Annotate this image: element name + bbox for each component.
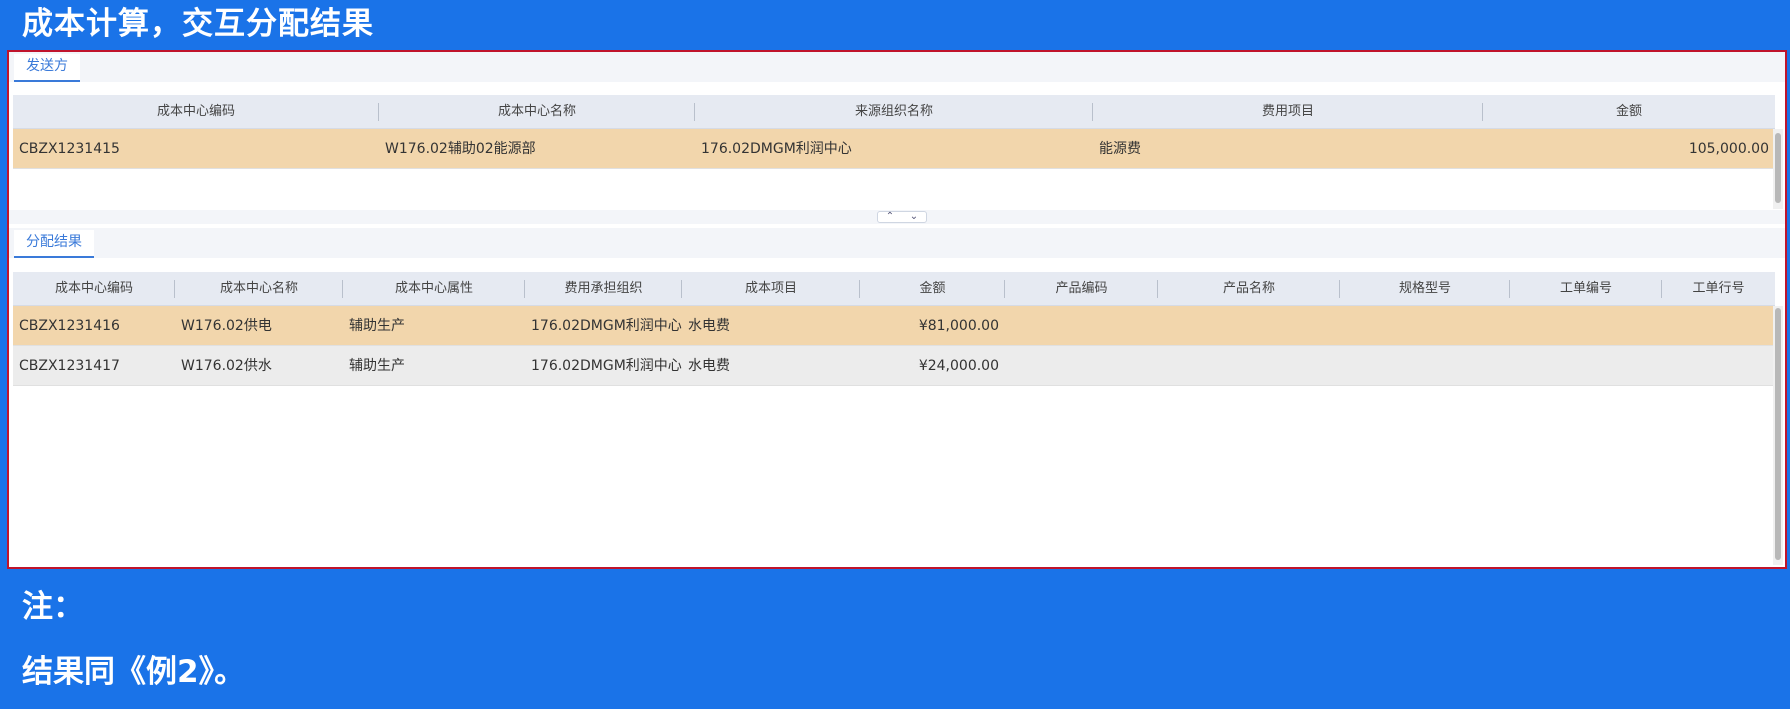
sender-col-cost-center-code[interactable]: 成本中心编码 (13, 95, 379, 128)
cell-expense-item: 能源费 (1099, 141, 1141, 157)
sender-grid: 成本中心编码 成本中心名称 来源组织名称 费用项目 金额 CBZX1231415… (13, 95, 1775, 169)
cell-work-order-no (1510, 306, 1662, 345)
result-col-amount[interactable]: 金额 (860, 272, 1005, 305)
sender-scrollbar-thumb[interactable] (1775, 133, 1781, 203)
sender-tabstrip: 发送方 (9, 52, 1785, 82)
result-tabstrip: 分配结果 (9, 228, 1785, 258)
cell-product-code (1005, 346, 1158, 385)
splitter-handle[interactable]: ⌃ ⌄ (877, 211, 927, 223)
note-label: 注： (22, 589, 84, 625)
cell-product-name (1158, 346, 1340, 385)
sender-col-cost-center-name[interactable]: 成本中心名称 (379, 95, 695, 128)
sender-grid-header: 成本中心编码 成本中心名称 来源组织名称 费用项目 金额 (13, 95, 1775, 129)
result-col-spec-model[interactable]: 规格型号 (1340, 272, 1510, 305)
chevron-up-icon[interactable]: ⌃ (886, 212, 894, 222)
allocation-panel: 发送方 成本中心编码 成本中心名称 来源组织名称 费用项目 金额 CBZX123… (7, 50, 1787, 569)
sender-col-amount[interactable]: 金额 (1483, 95, 1775, 128)
cell-cost-center-code: CBZX1231416 (19, 318, 120, 334)
cell-cost-center-name: W176.02供电 (181, 318, 272, 334)
cell-work-order-no (1510, 346, 1662, 385)
cell-cost-center-name: W176.02供水 (181, 358, 272, 374)
sender-col-expense-item[interactable]: 费用项目 (1093, 95, 1483, 128)
section-splitter[interactable]: ⌃ ⌄ (9, 210, 1785, 224)
chevron-down-icon[interactable]: ⌄ (910, 212, 918, 222)
cell-cost-item: 水电费 (688, 358, 730, 374)
sender-col-source-org[interactable]: 来源组织名称 (695, 95, 1093, 128)
cell-source-org: 176.02DMGM利润中心 (701, 141, 852, 157)
cell-amount: ¥81,000.00 (918, 318, 999, 334)
table-row[interactable]: CBZX1231416 W176.02供电 辅助生产 176.02DMGM利润中… (13, 306, 1775, 346)
result-grid: 成本中心编码 成本中心名称 成本中心属性 费用承担组织 成本项目 金额 产品编码… (13, 272, 1775, 386)
cell-cost-item: 水电费 (688, 318, 730, 334)
cell-spec-model (1340, 306, 1510, 345)
cell-amount: ¥24,000.00 (918, 358, 999, 374)
result-col-work-order-no[interactable]: 工单编号 (1510, 272, 1662, 305)
sender-scrollbar[interactable] (1773, 129, 1783, 209)
result-col-product-code[interactable]: 产品编码 (1005, 272, 1158, 305)
table-row[interactable]: CBZX1231415 W176.02辅助02能源部 176.02DMGM利润中… (13, 129, 1775, 169)
cell-bearing-org: 176.02DMGM利润中心 (531, 318, 682, 334)
slide-title: 成本计算，交互分配结果 (22, 6, 374, 42)
result-col-work-order-line[interactable]: 工单行号 (1662, 272, 1775, 305)
cell-work-order-line (1662, 346, 1775, 385)
result-col-bearing-org[interactable]: 费用承担组织 (525, 272, 682, 305)
cell-cost-center-code: CBZX1231415 (19, 141, 120, 157)
result-col-cost-center-name[interactable]: 成本中心名称 (175, 272, 343, 305)
cell-spec-model (1340, 346, 1510, 385)
tab-allocation-result[interactable]: 分配结果 (14, 230, 94, 258)
cell-product-name (1158, 306, 1340, 345)
result-scrollbar-thumb[interactable] (1775, 308, 1781, 560)
result-col-product-name[interactable]: 产品名称 (1158, 272, 1340, 305)
result-scrollbar[interactable] (1773, 306, 1783, 565)
cell-cost-center-code: CBZX1231417 (19, 358, 120, 374)
cell-bearing-org: 176.02DMGM利润中心 (531, 358, 682, 374)
result-col-cost-center-code[interactable]: 成本中心编码 (13, 272, 175, 305)
result-grid-header: 成本中心编码 成本中心名称 成本中心属性 费用承担组织 成本项目 金额 产品编码… (13, 272, 1775, 306)
cell-amount: 105,000.00 (1688, 141, 1769, 157)
cell-product-code (1005, 306, 1158, 345)
result-col-cost-item[interactable]: 成本项目 (682, 272, 860, 305)
cell-cost-center-attr: 辅助生产 (349, 318, 405, 334)
cell-cost-center-attr: 辅助生产 (349, 358, 405, 374)
table-row[interactable]: CBZX1231417 W176.02供水 辅助生产 176.02DMGM利润中… (13, 346, 1775, 386)
result-col-cost-center-attr[interactable]: 成本中心属性 (343, 272, 525, 305)
note-text: 结果同《例2》。 (22, 654, 246, 690)
cell-work-order-line (1662, 306, 1775, 345)
cell-cost-center-name: W176.02辅助02能源部 (385, 141, 536, 157)
tab-sender[interactable]: 发送方 (14, 54, 80, 82)
